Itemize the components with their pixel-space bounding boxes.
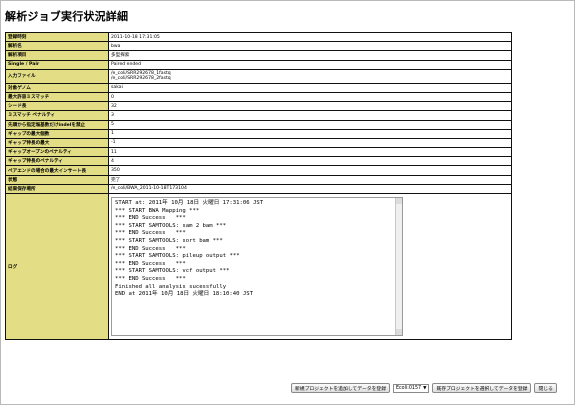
project-select-value: Ecoli:0157 [396,385,422,391]
detail-label: ギャップ伸長のペナルティ [5,156,109,167]
detail-label: 入力ファイル [5,68,109,84]
detail-label: 先頭から指定塩基数だけindelを禁止 [5,119,109,130]
detail-label: 登録時刻 [5,31,109,43]
log-row: ログ START at: 2011年 10月 18日 火曜日 17:31:06 … [5,193,512,340]
detail-value: 2011-10-18 17:31:05 [108,31,512,43]
detail-value: 5 [108,119,512,130]
footer-toolbar: 新規プロジェクトを追加してデータを登録 Ecoli:0157 ▼ 既存プロジェク… [291,383,557,393]
detail-value: 1 [108,128,512,139]
detail-label: 最大許容ミスマッチ [5,91,109,103]
detail-label: ミスマッチ ペナルティ [5,110,109,121]
detail-row: 状態 完了 [5,174,512,185]
log-text: START at: 2011年 10月 18日 火曜日 17:31:06 JST… [115,200,264,298]
detail-value: Paired ended [108,59,512,70]
detail-value: 11 [108,147,512,158]
detail-row: 入力ファイル/e_coli/SRR292678_1fastq/e_coli/SR… [5,68,512,84]
detail-row: シード長 32 [5,101,512,112]
detail-row: ペアエンドの場合の最大インサート長 350 [5,165,512,176]
detail-label: ギャップの最大個数 [5,128,109,139]
detail-label: 状態 [5,174,109,185]
detail-value-line: /e_coli/SRR292678_2fastq [111,76,171,82]
add-new-project-button[interactable]: 新規プロジェクトを追加してデータを登録 [291,383,390,393]
detail-value: 完了 [108,174,512,185]
detail-row: ギャップの最大個数 1 [5,128,512,139]
project-select[interactable]: Ecoli:0157 ▼ [393,383,430,393]
job-detail-table: 登録時刻 2011-10-18 17:31:05 解析名 bwa 解析項目 多型探索 Sin… [5,31,512,340]
log-cell: START at: 2011年 10月 18日 火曜日 17:31:06 JST… [108,193,512,340]
detail-row: 解析項目 多型探索 [5,50,512,61]
log-scrollbar[interactable] [395,198,402,335]
page-title: 解析ジョブ実行状況詳細 [5,10,129,23]
detail-table-container: 登録時刻 2011-10-18 17:31:05 解析名 bwa 解析項目 多型探索 Sin… [5,31,512,340]
detail-row: 解析名 bwa [5,41,512,52]
detail-row: Single / Pair Paired ended [5,59,512,70]
scroll-down-icon[interactable] [396,329,402,335]
detail-row: 先頭から指定塩基数だけindelを禁止 5 [5,119,512,130]
detail-row: ギャップ伸長の最大 -1 [5,137,512,149]
detail-label: シード長 [5,101,109,112]
detail-value: bwa [108,41,512,52]
detail-value: 3 [108,110,512,121]
chevron-down-icon: ▼ [423,385,427,391]
detail-label: ギャップオープンのペナルティ [5,147,109,158]
close-button[interactable]: 閉じる [534,383,557,393]
detail-label: 対象ゲノム [5,82,109,93]
detail-value: /e_coli/SRR292678_1fastq/e_coli/SRR29267… [108,68,512,84]
detail-row: 最大許容ミスマッチ 0 [5,91,512,103]
detail-table-body: 登録時刻 2011-10-18 17:31:05 解析名 bwa 解析項目 多型探索 Sin… [5,31,512,340]
scroll-up-icon[interactable] [396,198,402,204]
detail-value: sakai [108,82,512,93]
detail-row: 対象ゲノム sakai [5,82,512,93]
detail-value: -1 [108,137,512,149]
detail-row: 結果保存場所/e_coli/BWA_2011-10-18T173104 [5,183,512,195]
detail-label: 解析項目 [5,50,109,61]
detail-row: ミスマッチ ペナルティ 3 [5,110,512,121]
log-textarea[interactable]: START at: 2011年 10月 18日 火曜日 17:31:06 JST… [111,197,403,336]
detail-value: /e_coli/BWA_2011-10-18T173104 [108,183,512,195]
log-label: ログ [5,193,109,340]
detail-row: 登録時刻 2011-10-18 17:31:05 [5,31,512,43]
detail-label: 解析名 [5,41,109,52]
detail-label: 結果保存場所 [5,183,109,195]
detail-value: 4 [108,156,512,167]
detail-value: 0 [108,91,512,103]
detail-value: 多型探索 [108,50,512,61]
detail-value: 350 [108,165,512,176]
detail-label: Single / Pair [5,59,109,70]
detail-row: ギャップ伸長のペナルティ 4 [5,156,512,167]
detail-value: 32 [108,101,512,112]
add-existing-project-button[interactable]: 既存プロジェクトを選択してデータを登録 [432,383,532,393]
detail-row: ギャップオープンのペナルティ 11 [5,147,512,158]
detail-label: ペアエンドの場合の最大インサート長 [5,165,109,176]
detail-label: ギャップ伸長の最大 [5,137,109,149]
